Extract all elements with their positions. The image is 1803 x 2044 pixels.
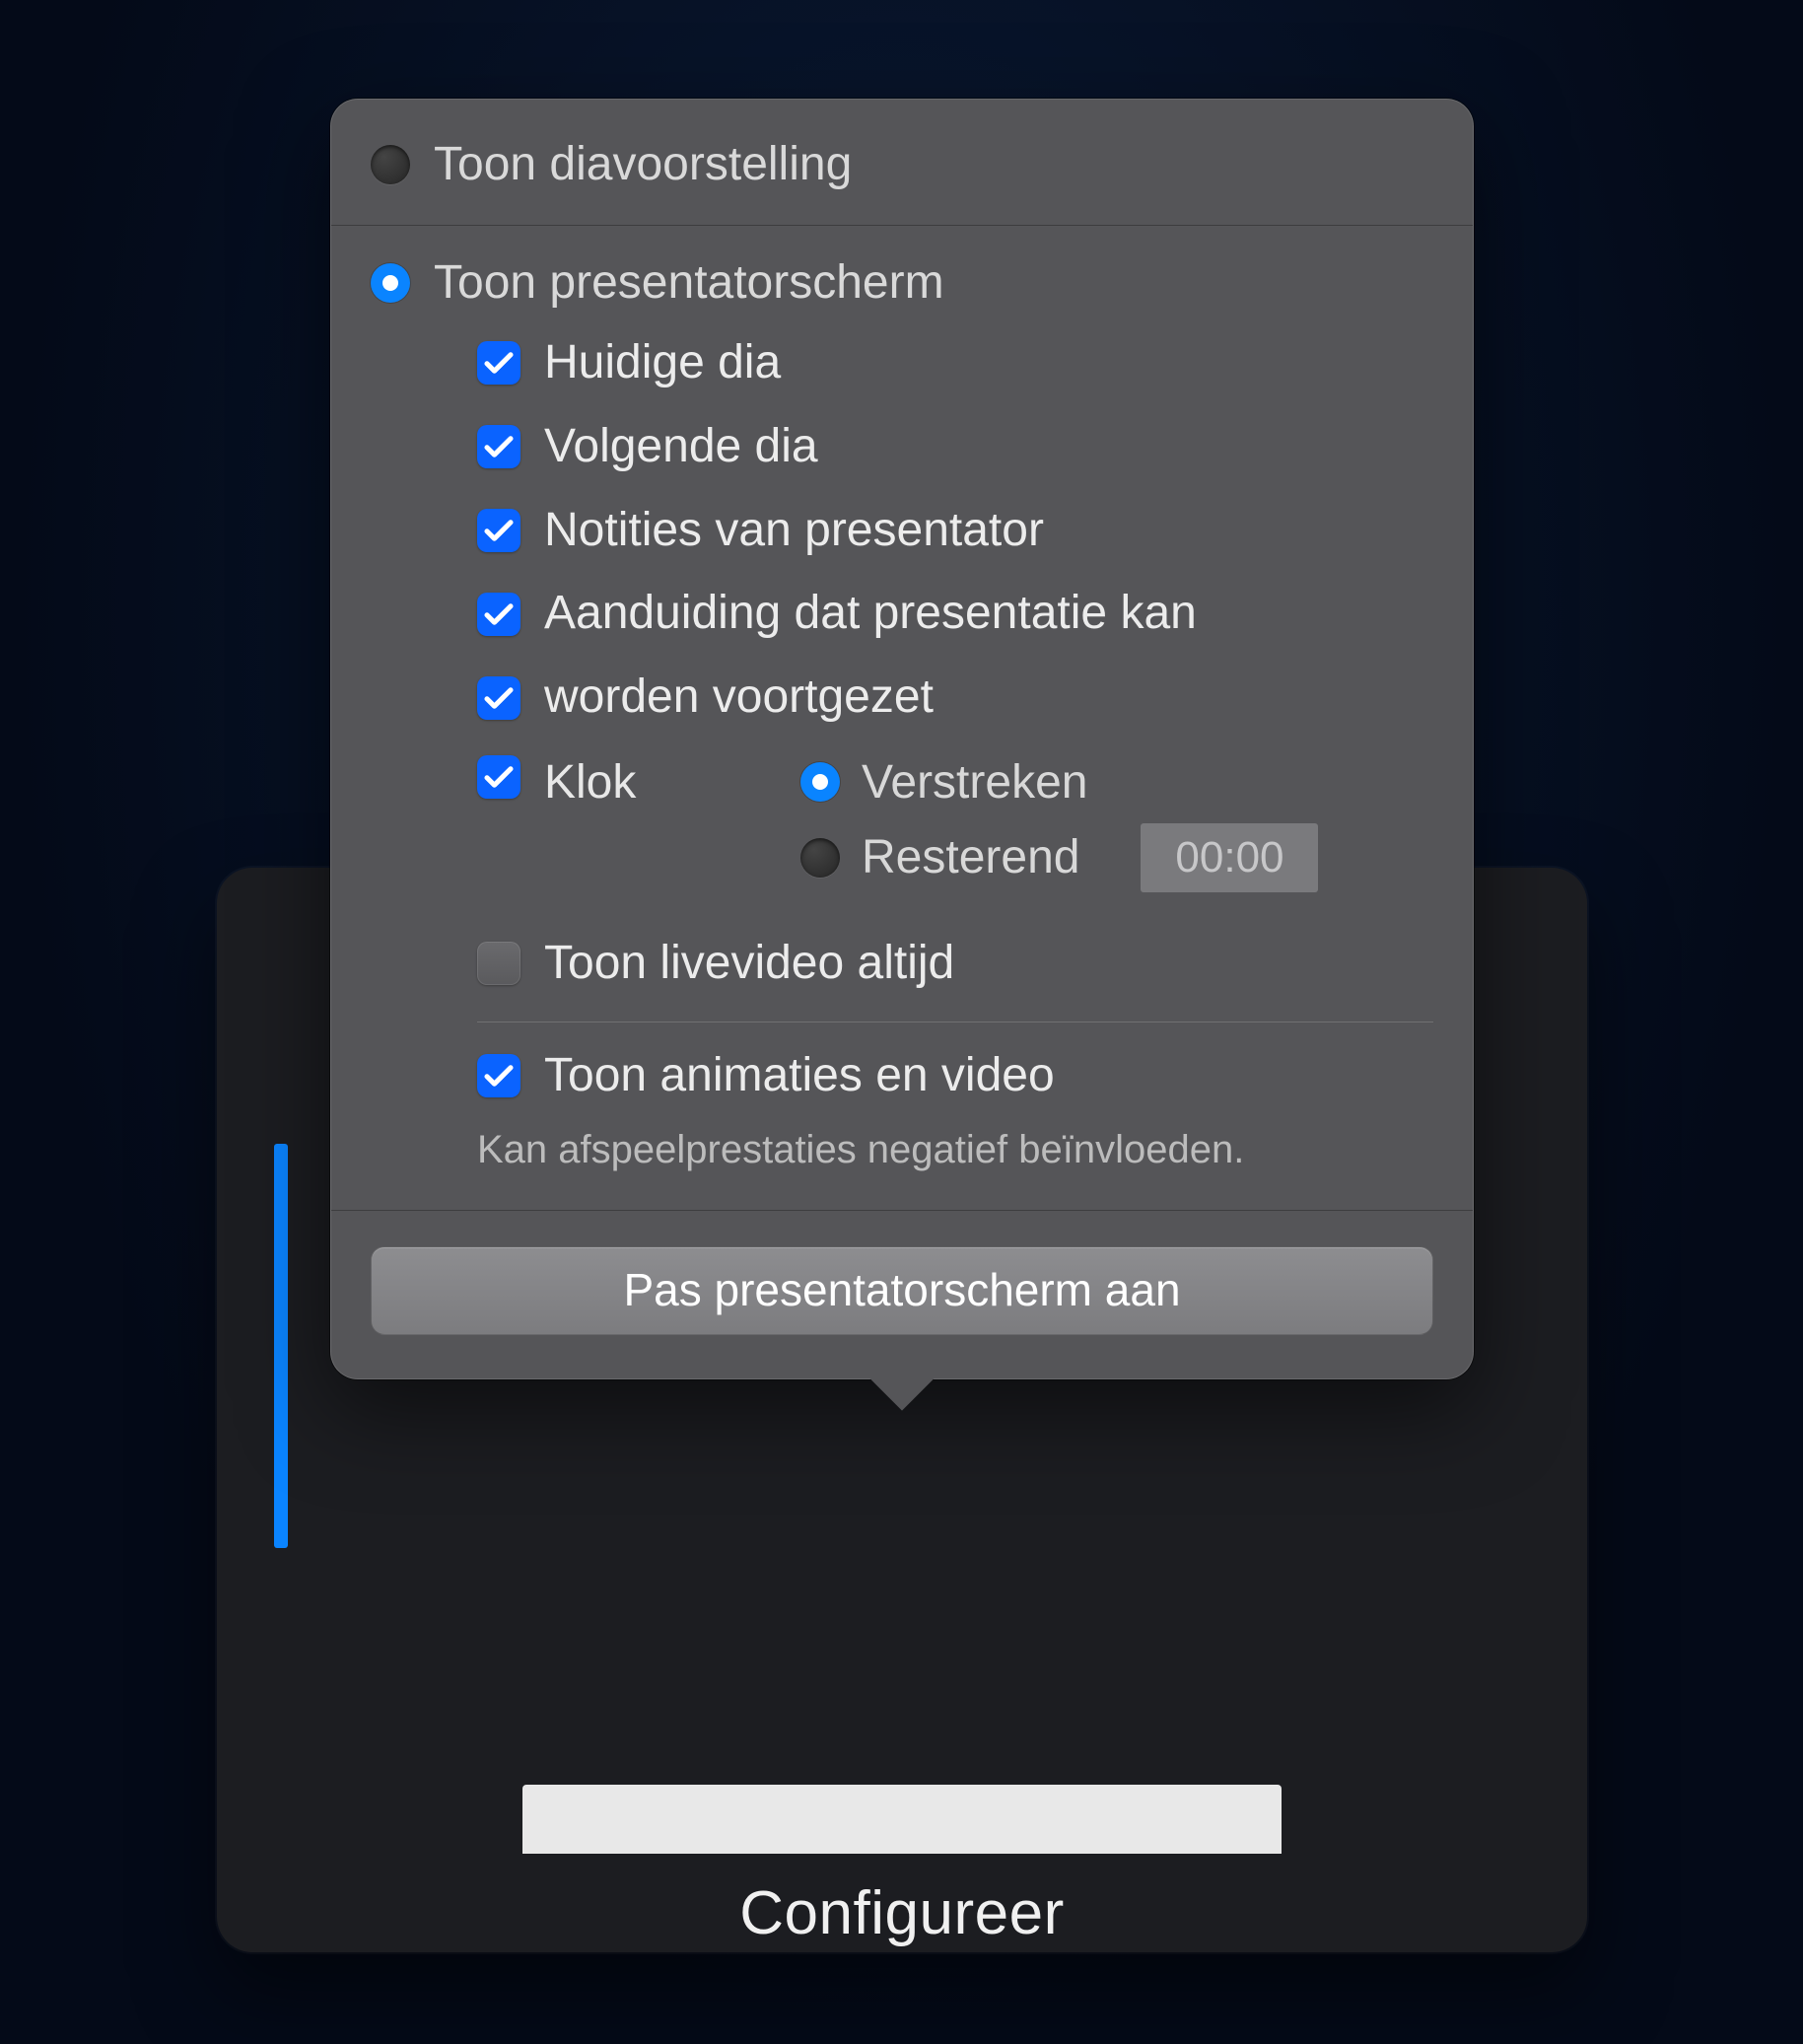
radio-icon — [371, 263, 410, 303]
radio-label: Toon presentatorscherm — [434, 255, 944, 310]
checkbox-label: Toon livevideo altijd — [544, 938, 954, 990]
customize-presenter-display-button[interactable]: Pas presentatorscherm aan — [371, 1246, 1433, 1335]
checkbox-show-animations[interactable]: Toon animaties en video — [477, 1050, 1433, 1102]
checkbox-clock[interactable] — [477, 755, 520, 799]
checkbox-icon — [477, 1054, 520, 1097]
configure-label: Configureer — [217, 1878, 1587, 1948]
animations-hint: Kan afspeelprestaties negatief beïnvloed… — [477, 1128, 1433, 1172]
display-config-popover: Toon diavoorstelling Toon presentatorsch… — [330, 99, 1474, 1379]
checkbox-label: Toon animaties en video — [544, 1050, 1055, 1102]
remaining-time-input[interactable]: 00:00 — [1141, 823, 1318, 892]
radio-clock-remaining[interactable]: Resterend 00:00 — [800, 823, 1433, 892]
checkbox-icon — [477, 425, 520, 468]
radio-show-slideshow[interactable]: Toon diavoorstelling — [371, 137, 1433, 191]
checkbox-ready-to-advance-line1[interactable]: Aanduiding dat presentatie kan — [477, 588, 1433, 640]
checkbox-live-video[interactable]: Toon livevideo altijd — [477, 938, 1433, 990]
checkbox-label: worden voortgezet — [544, 671, 934, 724]
radio-icon — [371, 145, 410, 184]
checkbox-label: Huidige dia — [544, 337, 781, 389]
radio-label: Toon diavoorstelling — [434, 137, 852, 191]
checkbox-ready-to-advance-line2[interactable]: worden voortgezet — [477, 671, 1433, 724]
radio-label: Verstreken — [862, 755, 1087, 810]
checkbox-icon — [477, 509, 520, 552]
checkbox-icon — [477, 341, 520, 385]
checkbox-icon — [477, 593, 520, 636]
checkbox-label: Klok — [544, 755, 712, 810]
checkbox-label: Notities van presentator — [544, 505, 1044, 557]
checkbox-label: Volgende dia — [544, 421, 818, 473]
selection-strip — [274, 1144, 288, 1548]
radio-show-presenter-display[interactable]: Toon presentatorscherm — [371, 255, 1433, 310]
radio-icon — [800, 838, 840, 878]
radio-icon — [800, 762, 840, 802]
checkbox-icon — [477, 676, 520, 720]
radio-clock-elapsed[interactable]: Verstreken — [800, 755, 1433, 810]
checkbox-next-slide[interactable]: Volgende dia — [477, 421, 1433, 473]
preview-slot — [522, 1785, 1282, 1854]
checkbox-presenter-notes[interactable]: Notities van presentator — [477, 505, 1433, 557]
checkbox-label: Aanduiding dat presentatie kan — [544, 588, 1197, 640]
radio-label: Resterend — [862, 830, 1079, 884]
checkbox-current-slide[interactable]: Huidige dia — [477, 337, 1433, 389]
checkbox-icon — [477, 942, 520, 985]
